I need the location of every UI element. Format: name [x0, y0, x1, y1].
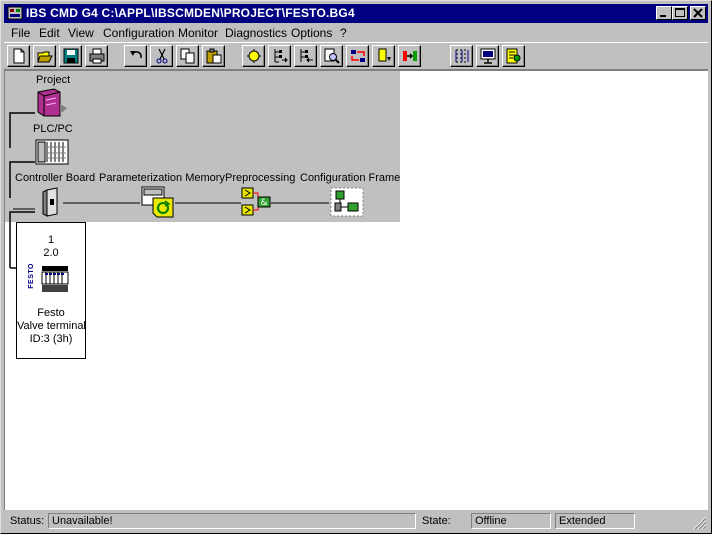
menu-monitor[interactable]: Monitor: [178, 26, 218, 40]
param-memory-icon[interactable]: [141, 186, 175, 218]
grid-button[interactable]: [450, 45, 473, 67]
menu-edit[interactable]: Edit: [39, 26, 60, 40]
configuration-view[interactable]: Project PLC/PC Controller Board Paramete…: [4, 70, 708, 510]
bus-button[interactable]: [242, 45, 265, 67]
app-window: IBS CMD G4 C:\APPL\IBSCMDEN\PROJECT\FEST…: [0, 0, 712, 534]
controller-board-label: Controller Board: [15, 172, 96, 184]
diagnostics-icon: [506, 48, 521, 64]
menu-view[interactable]: View: [68, 26, 94, 40]
config-frame-icon[interactable]: [330, 187, 364, 217]
menu-diagnostics[interactable]: Diagnostics: [225, 26, 287, 40]
menu-file[interactable]: File: [11, 26, 30, 40]
insert-before-button[interactable]: [294, 45, 317, 67]
device-vendor: Festo: [37, 307, 65, 319]
minimize-icon: [660, 15, 666, 17]
device-id: ID:3 (3h): [29, 333, 73, 345]
param-memory-label: Parameterization Memory: [99, 172, 225, 184]
title-bar[interactable]: IBS CMD G4 C:\APPL\IBSCMDEN\PROJECT\FEST…: [4, 4, 708, 23]
menu-bar: File Edit View Configuration Monitor Dia…: [4, 23, 708, 42]
status-value: Unavailable!: [48, 513, 416, 529]
minimize-button[interactable]: [656, 6, 672, 20]
controller-board-icon[interactable]: [41, 187, 63, 217]
copy-icon: [180, 48, 195, 64]
menu-options[interactable]: Options: [291, 26, 332, 40]
mode-value: Extended: [555, 513, 635, 529]
valve-terminal-icon: [41, 266, 69, 292]
paste-button[interactable]: [202, 45, 225, 67]
new-icon: [13, 48, 25, 64]
cut-icon: [156, 48, 168, 64]
device-down-button[interactable]: [372, 45, 395, 67]
paste-icon: [206, 48, 222, 64]
new-button[interactable]: [7, 45, 30, 67]
search-icon: [324, 48, 340, 64]
plc-icon[interactable]: [35, 139, 69, 165]
status-bar: Status: Unavailable! State: Offline Exte…: [4, 511, 708, 531]
monitor-button[interactable]: [476, 45, 499, 67]
monitor-icon: [480, 48, 496, 64]
swap-button[interactable]: [346, 45, 369, 67]
device-number: 1: [47, 234, 55, 246]
maximize-button[interactable]: [672, 6, 688, 20]
open-button[interactable]: [33, 45, 56, 67]
undo-button[interactable]: [124, 45, 147, 67]
save-icon: [63, 48, 79, 64]
diagnostics-button[interactable]: [502, 45, 525, 67]
insert-after-button[interactable]: [268, 45, 291, 67]
festo-logo: FESTO: [28, 263, 35, 289]
status-label: Status:: [10, 515, 45, 527]
close-icon: [693, 8, 703, 18]
preprocessing-icon[interactable]: &: [241, 187, 273, 217]
cut-button[interactable]: [150, 45, 173, 67]
connect-button[interactable]: [398, 45, 421, 67]
device-festo[interactable]: 1 2.0 FESTO Festo Valve terminal ID:3 (3…: [16, 222, 86, 359]
insert-before-icon: [300, 49, 313, 63]
config-frame-label: Configuration Frame: [300, 172, 401, 184]
copy-button[interactable]: [176, 45, 199, 67]
device-down-icon: [378, 48, 391, 62]
device-type: Valve terminal: [17, 320, 86, 332]
print-icon: [89, 48, 105, 64]
project-icon[interactable]: [36, 88, 68, 118]
menu-configuration[interactable]: Configuration: [103, 26, 174, 40]
preprocessing-label: Preprocessing: [225, 172, 296, 184]
maximize-icon: [675, 8, 685, 17]
svg-text:&: &: [260, 198, 267, 208]
bus-icon: [247, 49, 261, 63]
search-button[interactable]: [320, 45, 343, 67]
undo-icon: [130, 51, 142, 59]
close-button[interactable]: [690, 6, 706, 20]
device-position: 2.0: [43, 247, 59, 259]
save-button[interactable]: [59, 45, 82, 67]
window-title: IBS CMD G4 C:\APPL\IBSCMDEN\PROJECT\FEST…: [26, 6, 355, 20]
toolbar: [4, 42, 708, 70]
grid-icon: [455, 49, 469, 63]
menu-help[interactable]: ?: [340, 26, 347, 40]
connect-icon: [403, 51, 417, 61]
state-label: State:: [422, 515, 451, 527]
plc-label: PLC/PC: [33, 123, 73, 135]
resize-grip-icon[interactable]: [693, 516, 707, 530]
print-button[interactable]: [85, 45, 108, 67]
swap-icon: [351, 50, 365, 62]
app-icon[interactable]: [7, 6, 23, 20]
project-label: Project: [36, 74, 71, 86]
state-value: Offline: [471, 513, 551, 529]
open-icon: [37, 51, 53, 63]
insert-after-icon: [274, 49, 288, 63]
